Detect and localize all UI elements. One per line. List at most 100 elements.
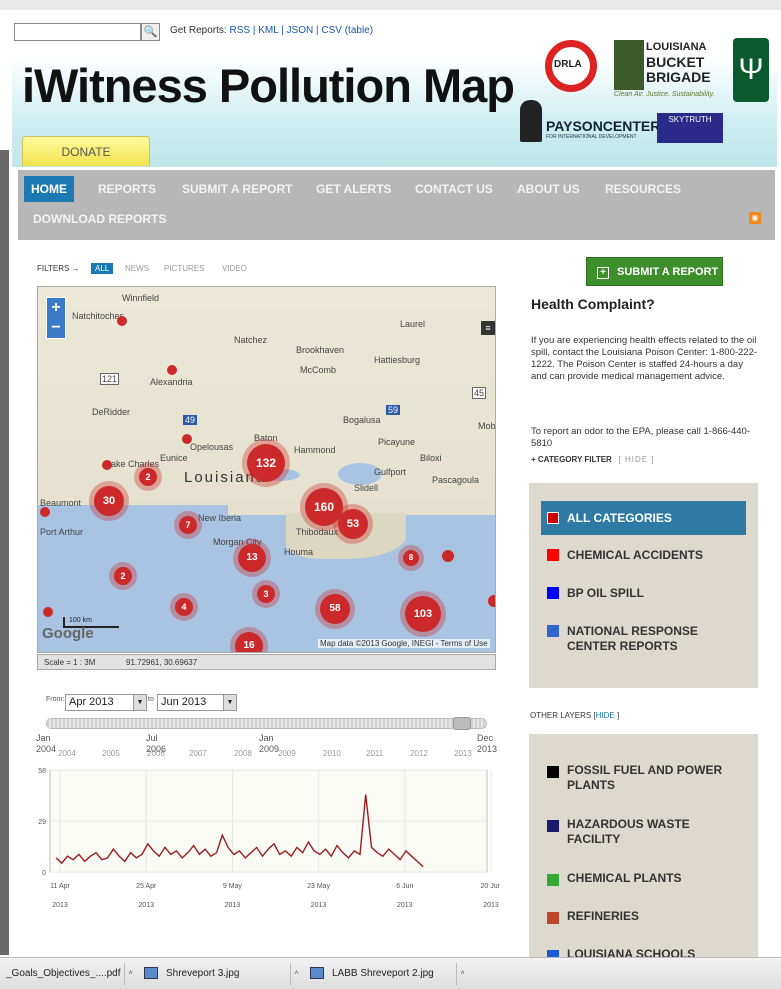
x-tick-year: 2013 bbox=[311, 902, 327, 909]
map-cluster-marker[interactable]: 16 bbox=[235, 632, 263, 652]
map-point-marker[interactable] bbox=[167, 365, 177, 375]
date-to-label: to bbox=[148, 696, 154, 703]
donate-tab[interactable]: DONATE bbox=[22, 136, 150, 166]
submit-report-button[interactable]: + SUBMIT A REPORT bbox=[586, 257, 723, 286]
filter-news[interactable]: NEWS bbox=[125, 264, 149, 273]
x-tick-label: 20 Jun bbox=[480, 883, 500, 890]
date-to-select[interactable]: Jun 2013 ▼ bbox=[157, 694, 237, 711]
map-point-marker[interactable] bbox=[102, 460, 112, 470]
zoom-control: + − bbox=[46, 297, 66, 339]
pollution-map[interactable]: Winnfield Natchitoches Natchez Laurel Br… bbox=[37, 286, 496, 653]
zoom-in-button[interactable]: + bbox=[47, 298, 65, 318]
map-cluster-marker[interactable]: 2 bbox=[114, 567, 132, 585]
nav-home[interactable]: HOME bbox=[24, 176, 74, 202]
lbb-logo-text: LOUISIANA BUCKET BRIGADE bbox=[646, 40, 711, 85]
timeline-minor-tick: 2008 bbox=[234, 749, 252, 758]
map-point-marker[interactable] bbox=[43, 607, 53, 617]
map-label: Bogalusa bbox=[343, 415, 381, 425]
category-nrc-reports[interactable]: NATIONAL RESPONSE CENTER REPORTS bbox=[541, 614, 746, 654]
map-label: Hattiesburg bbox=[374, 355, 421, 365]
map-cluster-marker[interactable]: 3 bbox=[257, 585, 275, 603]
filter-pictures[interactable]: PICTURES bbox=[164, 264, 204, 273]
map-cluster-marker[interactable]: 4 bbox=[175, 598, 193, 616]
filter-all[interactable]: ALL bbox=[91, 263, 114, 274]
chevron-up-icon[interactable]: ˄ bbox=[124, 963, 136, 985]
map-cluster-marker[interactable]: 8 bbox=[403, 550, 419, 566]
map-label: Lake Charles bbox=[106, 459, 160, 469]
category-all[interactable]: ALL CATEGORIES bbox=[541, 501, 746, 535]
chevron-up-icon[interactable]: ˄ bbox=[456, 963, 468, 985]
map-cluster-marker[interactable]: 53 bbox=[338, 509, 368, 539]
timeline-minor-tick: 2010 bbox=[323, 749, 341, 758]
nav-about-us[interactable]: ABOUT US bbox=[517, 182, 580, 196]
other-layers-label: OTHER LAYERS [ bbox=[530, 711, 596, 720]
map-point-marker[interactable] bbox=[442, 550, 454, 562]
timeline-slider-handle[interactable] bbox=[453, 717, 471, 730]
payson-logo-text: PAYSONCENTER bbox=[546, 118, 661, 134]
main-nav bbox=[18, 170, 775, 240]
map-layers-icon[interactable]: ≡ bbox=[481, 321, 495, 335]
map-cluster-marker[interactable]: 13 bbox=[238, 544, 266, 572]
lbb-logo-emblem bbox=[614, 40, 644, 90]
map-label: Hammond bbox=[294, 445, 336, 455]
date-from-select[interactable]: Apr 2013 ▼ bbox=[65, 694, 147, 711]
map-point-marker[interactable] bbox=[117, 316, 127, 326]
zoom-out-button[interactable]: − bbox=[47, 318, 65, 338]
map-label: Slidell bbox=[354, 483, 379, 493]
map-point-marker[interactable] bbox=[182, 434, 192, 444]
chevron-up-icon[interactable]: ˄ bbox=[290, 963, 302, 985]
map-cluster-marker[interactable]: 30 bbox=[94, 486, 124, 516]
category-color-swatch bbox=[547, 549, 559, 561]
filter-video[interactable]: VIDEO bbox=[222, 264, 247, 273]
category-bp-oil-spill[interactable]: BP OIL SPILL bbox=[541, 576, 746, 610]
timeline-slider[interactable] bbox=[46, 718, 487, 729]
map-point-marker[interactable] bbox=[40, 507, 50, 517]
louisiana-bucket-brigade-logo[interactable]: LOUISIANA BUCKET BRIGADE Clean Air. Just… bbox=[614, 40, 719, 98]
y-tick-label: 58 bbox=[38, 768, 46, 775]
other-layers-hide[interactable]: HIDE bbox=[596, 711, 615, 720]
payson-center-logo[interactable]: PAYSONCENTER FOR INTERNATIONAL DEVELOPME… bbox=[520, 100, 660, 144]
nav-resources[interactable]: RESOURCES bbox=[605, 182, 681, 196]
nav-contact-us[interactable]: CONTACT US bbox=[415, 182, 493, 196]
layer-louisiana-schools[interactable]: LOUISIANA SCHOOLS bbox=[541, 947, 751, 957]
map-cluster-marker[interactable]: 132 bbox=[247, 444, 285, 482]
layer-color-swatch bbox=[547, 766, 559, 778]
tulane-logo[interactable]: Ψ bbox=[733, 38, 769, 102]
drla-logo-text: DRLA bbox=[554, 59, 582, 70]
category-label: ALL CATEGORIES bbox=[567, 511, 672, 525]
map-cluster-marker[interactable]: 7 bbox=[179, 516, 197, 534]
top-strip bbox=[0, 0, 781, 10]
category-chemical-accidents[interactable]: CHEMICAL ACCIDENTS bbox=[541, 538, 746, 572]
map-attribution[interactable]: Map data ©2013 Google, INEGI - Terms of … bbox=[318, 639, 490, 648]
nav-download-reports[interactable]: DOWNLOAD REPORTS bbox=[33, 212, 166, 226]
search-input[interactable] bbox=[14, 23, 141, 41]
timeline-major-tick: Jan 2004 bbox=[36, 733, 57, 754]
map-cluster-marker[interactable]: 2 bbox=[139, 468, 157, 486]
image-file-icon bbox=[144, 967, 158, 980]
rss-icon[interactable]: ◉ bbox=[749, 212, 761, 224]
download-item[interactable]: Shreveport 3.jpg bbox=[144, 963, 290, 985]
page-title: iWitness Pollution Map bbox=[22, 59, 515, 112]
map-cluster-marker[interactable]: 58 bbox=[320, 594, 350, 624]
map-cluster-marker[interactable]: 103 bbox=[405, 596, 441, 632]
scale-ratio: Scale = 1 : 3M bbox=[44, 658, 96, 667]
category-filter-hide[interactable]: [ HIDE ] bbox=[619, 455, 655, 464]
download-item[interactable]: _Goals_Objectives_....pdf bbox=[6, 963, 124, 985]
category-label: BP OIL SPILL bbox=[567, 586, 644, 600]
nav-submit-report[interactable]: SUBMIT A REPORT bbox=[182, 182, 292, 196]
drla-logo[interactable]: DRLA bbox=[545, 40, 597, 92]
map-point-marker[interactable] bbox=[488, 595, 495, 607]
download-item[interactable]: LABB Shreveport 2.jpg bbox=[310, 963, 456, 985]
nav-get-alerts[interactable]: GET ALERTS bbox=[316, 182, 392, 196]
nav-reports[interactable]: REPORTS bbox=[98, 182, 156, 196]
search-icon[interactable]: 🔍 bbox=[141, 23, 160, 41]
filters-label: FILTERS → bbox=[37, 264, 80, 273]
route-shield: 49 bbox=[183, 415, 198, 425]
get-reports-links[interactable]: RSS | KML | JSON | CSV (table) bbox=[229, 25, 373, 36]
skytruth-logo[interactable]: SKYTRUTH bbox=[657, 113, 723, 143]
map-label: Laurel bbox=[400, 319, 426, 329]
date-from-label: From: bbox=[46, 696, 65, 703]
category-color-swatch bbox=[547, 512, 559, 524]
category-filter-header: + CATEGORY FILTER [ HIDE ] bbox=[531, 455, 655, 464]
reports-line-chart: 58 29 0 11 Apr 2013 25 Apr 2013 9 May 2013 23 May… bbox=[38, 768, 500, 909]
